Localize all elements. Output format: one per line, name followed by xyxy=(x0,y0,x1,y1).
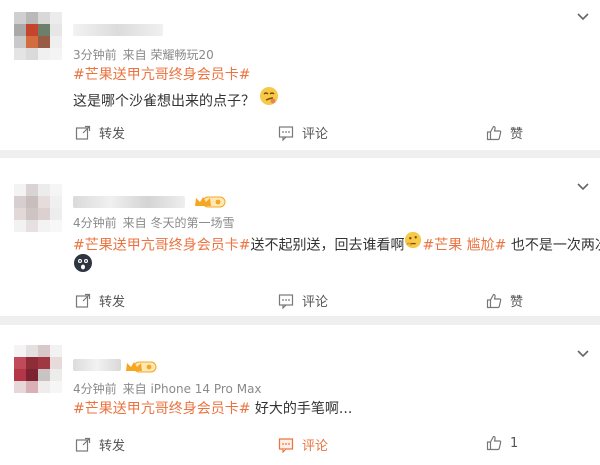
timestamp: 4分钟前 xyxy=(73,382,117,396)
avatar[interactable] xyxy=(14,12,62,60)
comment-body-emoji xyxy=(73,253,93,282)
comment-button[interactable]: 评论 xyxy=(278,123,328,142)
like-label: 赞 xyxy=(510,295,524,310)
repost-button[interactable]: 转发 xyxy=(75,435,125,454)
repost-button[interactable]: 转发 xyxy=(75,123,125,142)
device-source: 来自 iPhone 14 Pro Max xyxy=(122,382,262,396)
comment-body: 这是哪个沙雀想出来的点子？ xyxy=(73,86,279,115)
comment-hashtag-line: #芒果送甲亢哥终身会员卡# xyxy=(73,64,250,86)
timestamp: 4分钟前 xyxy=(73,216,117,230)
comment-label: 评论 xyxy=(302,439,329,454)
avatar[interactable] xyxy=(14,184,62,232)
comment-meta: 4分钟前 来自 iPhone 14 Pro Max xyxy=(73,380,268,397)
hashtag-link[interactable]: #芒果 尴尬# xyxy=(422,238,506,254)
timestamp: 3分钟前 xyxy=(73,48,117,62)
repost-label: 转发 xyxy=(99,439,126,454)
comment-card: 3分钟前 来自 荣耀畅玩20 #芒果送甲亢哥终身会员卡# 这是哪个沙雀想出来的点子… xyxy=(0,0,600,150)
hashtag-link[interactable]: #芒果送甲亢哥终身会员卡# xyxy=(73,238,250,254)
username-blurred[interactable] xyxy=(73,24,163,36)
username-blurred[interactable] xyxy=(73,196,185,208)
chevron-down-icon[interactable] xyxy=(576,10,590,24)
like-button[interactable]: 赞 xyxy=(486,123,523,142)
shocked-emoji-icon xyxy=(73,253,93,280)
repost-button[interactable]: 转发 xyxy=(75,291,125,310)
repost-icon xyxy=(75,293,91,309)
comment-icon xyxy=(278,437,294,453)
comment-meta: 4分钟前 来自 冬天的第一场雪 xyxy=(73,214,240,231)
comment-icon xyxy=(278,293,294,309)
action-bar: 转发 评论 赞 xyxy=(0,291,600,313)
repost-icon xyxy=(75,125,91,141)
like-label: 赞 xyxy=(510,127,524,142)
comment-button[interactable]: 评论 xyxy=(278,435,328,454)
comment-card: 4分钟前 来自 冬天的第一场雪 #芒果送甲亢哥终身会员卡#送不起别送，回去谁看啊 #… xyxy=(0,158,600,316)
comment-body: #芒果送甲亢哥终身会员卡#送不起别送，回去谁看啊 #芒果 尴尬# 也不是一次两次了 xyxy=(73,231,600,258)
comment-card: 4分钟前 来自 iPhone 14 Pro Max #芒果送甲亢哥终身会员卡# 好… xyxy=(0,325,600,465)
hashtag-link[interactable]: #芒果送甲亢哥终身会员卡# xyxy=(73,401,250,417)
avatar[interactable] xyxy=(14,345,62,393)
hashtag-link[interactable]: #芒果送甲亢哥终身会员卡# xyxy=(73,67,250,83)
comment-text: 送不起别送，回去谁看啊 xyxy=(250,237,405,254)
repost-label: 转发 xyxy=(99,127,126,142)
comment-label: 评论 xyxy=(302,295,329,310)
comment-text: 这是哪个沙雀想出来的点子？ xyxy=(73,93,255,110)
comment-button[interactable]: 评论 xyxy=(278,291,328,310)
username-blurred[interactable] xyxy=(73,359,121,371)
device-source: 来自 荣耀畅玩20 xyxy=(122,48,214,62)
comment-text: 好大的手笔啊... xyxy=(250,401,353,417)
comment-body: #芒果送甲亢哥终身会员卡# 好大的手笔啊... xyxy=(73,398,352,420)
like-icon xyxy=(486,125,502,141)
like-icon xyxy=(486,293,502,309)
chevron-down-icon[interactable] xyxy=(576,347,590,361)
action-bar: 转发 评论 赞 xyxy=(0,123,600,145)
smirk-emoji-icon xyxy=(259,86,279,113)
comment-feed: 3分钟前 来自 荣耀畅玩20 #芒果送甲亢哥终身会员卡# 这是哪个沙雀想出来的点子… xyxy=(0,0,600,465)
action-bar: 转发 评论 1 xyxy=(0,435,600,457)
thinking-emoji-icon xyxy=(404,231,422,256)
comment-icon xyxy=(278,125,294,141)
like-button[interactable]: 赞 xyxy=(486,291,523,310)
chevron-down-icon[interactable] xyxy=(576,180,590,194)
comment-meta: 3分钟前 来自 荣耀畅玩20 xyxy=(73,46,220,63)
repost-label: 转发 xyxy=(99,295,126,310)
comment-label: 评论 xyxy=(302,127,329,142)
device-source: 来自 冬天的第一场雪 xyxy=(122,216,235,230)
like-button[interactable]: 1 xyxy=(486,435,518,451)
member-crown-icon xyxy=(124,359,158,373)
repost-icon xyxy=(75,437,91,453)
member-crown-icon xyxy=(193,194,227,208)
like-icon xyxy=(486,435,502,451)
like-count: 1 xyxy=(510,435,519,451)
comment-text: 也不是一次两次了 xyxy=(510,237,600,254)
